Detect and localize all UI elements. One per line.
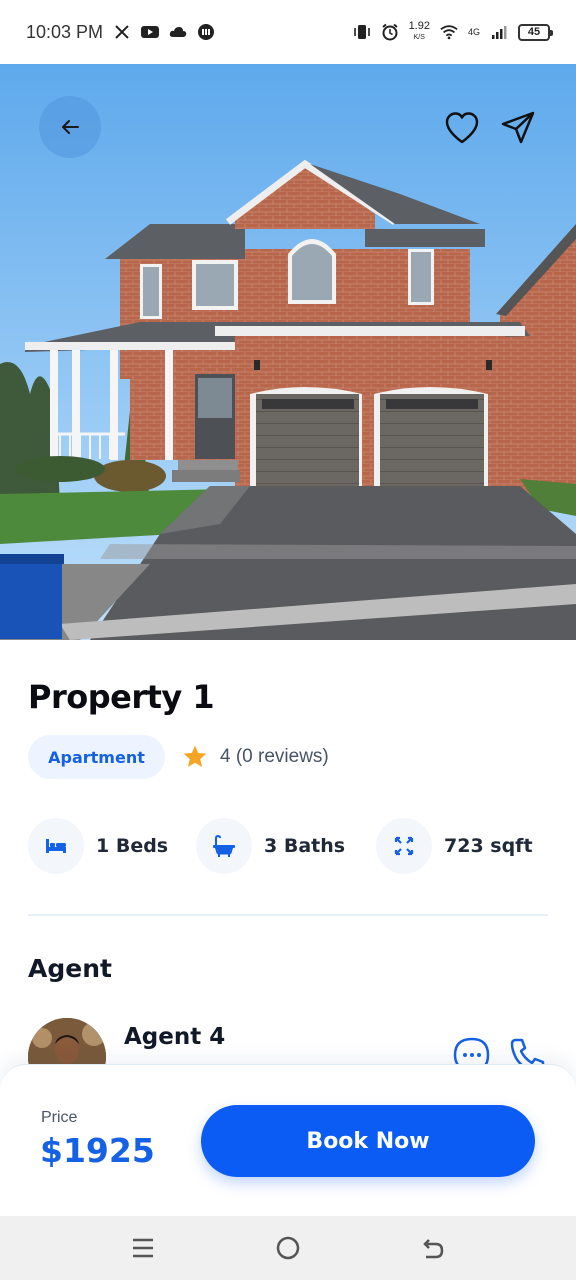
net-speed-unit: K/S xyxy=(413,34,425,41)
property-photo[interactable] xyxy=(0,64,576,640)
property-features: 1 Beds 3 Baths 723 sqft xyxy=(28,818,548,876)
bathtub-icon xyxy=(213,835,235,857)
feature-baths: 3 Baths xyxy=(196,818,345,874)
alarm-icon xyxy=(381,23,399,41)
network-type: 4G xyxy=(468,27,480,38)
signal-icon xyxy=(490,23,508,41)
share-button[interactable] xyxy=(496,106,540,150)
menu-icon xyxy=(132,1238,153,1258)
feature-icon-wrap xyxy=(196,818,252,874)
x-app-icon xyxy=(113,23,131,41)
divider xyxy=(28,914,548,916)
home-circle-icon xyxy=(276,1236,300,1260)
agent-section-title: Agent xyxy=(28,954,112,983)
feature-label: 723 sqft xyxy=(444,835,533,857)
heart-icon xyxy=(445,112,479,144)
app-notification-icon xyxy=(197,23,215,41)
star-icon xyxy=(183,745,207,767)
recents-button[interactable] xyxy=(121,1226,165,1270)
net-speed-value: 1.92 xyxy=(408,20,430,32)
book-now-button[interactable]: Book Now xyxy=(201,1105,535,1177)
youtube-icon xyxy=(141,23,160,41)
rating: 4 (0 reviews) xyxy=(182,744,329,770)
agent-name: Agent 4 xyxy=(124,1024,226,1050)
status-left: 10:03 PM xyxy=(26,22,215,43)
home-button[interactable] xyxy=(266,1226,310,1270)
feature-label: 3 Baths xyxy=(264,835,346,857)
rating-text: 4 (0 reviews) xyxy=(220,746,329,767)
feature-icon-wrap xyxy=(376,818,432,874)
back-arrow-icon xyxy=(62,120,79,134)
property-title: Property 1 xyxy=(28,678,215,716)
wifi-icon xyxy=(440,23,458,41)
booking-bar: Price $1925 Book Now xyxy=(0,1064,576,1216)
back-nav-button[interactable] xyxy=(411,1226,455,1270)
price-value: $1925 xyxy=(40,1131,155,1170)
status-bar: 10:03 PM 1.92 K/S 4G 45 xyxy=(0,0,576,64)
network-type-label: 4G xyxy=(467,26,480,37)
cloud-icon xyxy=(169,23,187,41)
property-type-badge: Apartment xyxy=(28,735,165,779)
net-speed: 1.92 K/S xyxy=(409,21,430,43)
feature-icon-wrap xyxy=(28,818,84,874)
system-nav-bar xyxy=(0,1216,576,1280)
feature-area: 723 sqft xyxy=(376,818,533,874)
battery-icon: 45 xyxy=(518,23,553,41)
bed-icon xyxy=(46,839,66,853)
favorite-button[interactable] xyxy=(440,106,484,150)
feature-beds: 1 Beds xyxy=(28,818,168,874)
status-right: 1.92 K/S 4G 45 xyxy=(353,21,553,43)
expand-icon xyxy=(394,836,414,856)
price-label: Price xyxy=(41,1109,78,1126)
feature-label: 1 Beds xyxy=(96,835,169,857)
status-time: 10:03 PM xyxy=(26,21,104,42)
back-nav-icon xyxy=(423,1239,444,1259)
back-button[interactable] xyxy=(39,96,101,158)
send-icon xyxy=(501,111,535,144)
vibrate-icon xyxy=(353,23,371,41)
